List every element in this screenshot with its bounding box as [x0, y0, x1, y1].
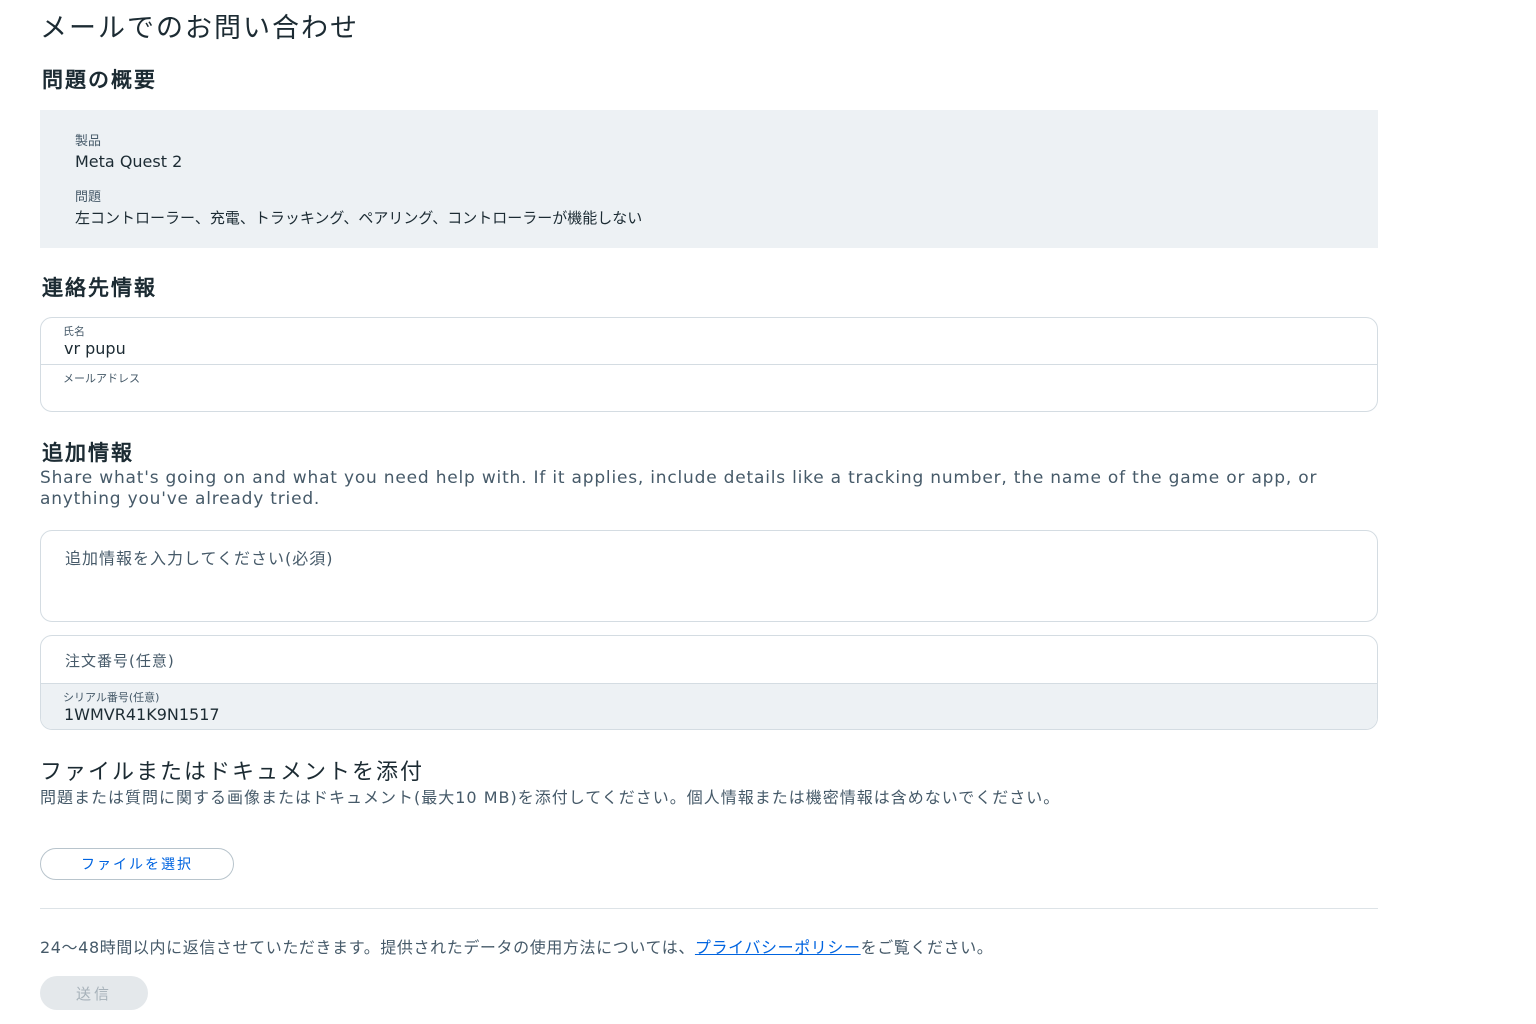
divider [40, 908, 1378, 909]
order-number-placeholder: 注文番号(任意) [65, 652, 175, 670]
details-textarea[interactable]: 追加情報を入力してください(必須) [40, 530, 1378, 622]
summary-heading: 問題の概要 [42, 68, 157, 92]
footer-text-before: 24～48時間以内に返信させていただきます。提供されたデータの使用方法については… [40, 938, 695, 957]
product-label: 製品 [75, 134, 102, 149]
contact-field-group: 氏名 vr pupu メールアドレス [40, 317, 1378, 412]
issue-value: 左コントローラー、充電、トラッキング、ペアリング、コントローラーが機能しない [75, 209, 643, 227]
choose-file-button[interactable]: ファイルを選択 [40, 848, 234, 880]
summary-box: 製品 Meta Quest 2 問題 左コントローラー、充電、トラッキング、ペア… [40, 110, 1378, 248]
email-field[interactable]: メールアドレス [41, 364, 1377, 411]
serial-number-label: シリアル番号(任意) [63, 691, 160, 704]
additional-description: Share what's going on and what you need … [40, 468, 1318, 509]
serial-number-value: 1WMVR41K9N1517 [64, 705, 220, 724]
page-title: メールでのお問い合わせ [40, 13, 359, 44]
email-field-label: メールアドレス [63, 372, 140, 385]
serial-number-field[interactable]: シリアル番号(任意) 1WMVR41K9N1517 [41, 683, 1377, 729]
details-placeholder: 追加情報を入力してください(必須) [65, 549, 334, 568]
attachment-description: 問題または質問に関する画像またはドキュメント(最大10 MB)を添付してください… [40, 788, 1061, 807]
order-number-field[interactable]: 注文番号(任意) [41, 636, 1377, 683]
footer-text: 24～48時間以内に返信させていただきます。提供されたデータの使用方法については… [40, 934, 993, 958]
product-value: Meta Quest 2 [75, 152, 183, 171]
additional-heading: 追加情報 [42, 441, 134, 465]
issue-label: 問題 [75, 190, 102, 205]
footer-text-after: をご覧ください。 [860, 938, 994, 957]
privacy-policy-link[interactable]: プライバシーポリシー [695, 938, 861, 957]
name-field-label: 氏名 [63, 325, 85, 338]
attachment-heading: ファイルまたはドキュメントを添付 [40, 760, 425, 785]
submit-button[interactable]: 送信 [40, 976, 148, 1010]
order-serial-field-group: 注文番号(任意) シリアル番号(任意) 1WMVR41K9N1517 [40, 635, 1378, 730]
name-field[interactable]: 氏名 vr pupu [41, 318, 1377, 364]
contact-heading: 連絡先情報 [42, 276, 157, 300]
name-field-value: vr pupu [64, 339, 126, 358]
